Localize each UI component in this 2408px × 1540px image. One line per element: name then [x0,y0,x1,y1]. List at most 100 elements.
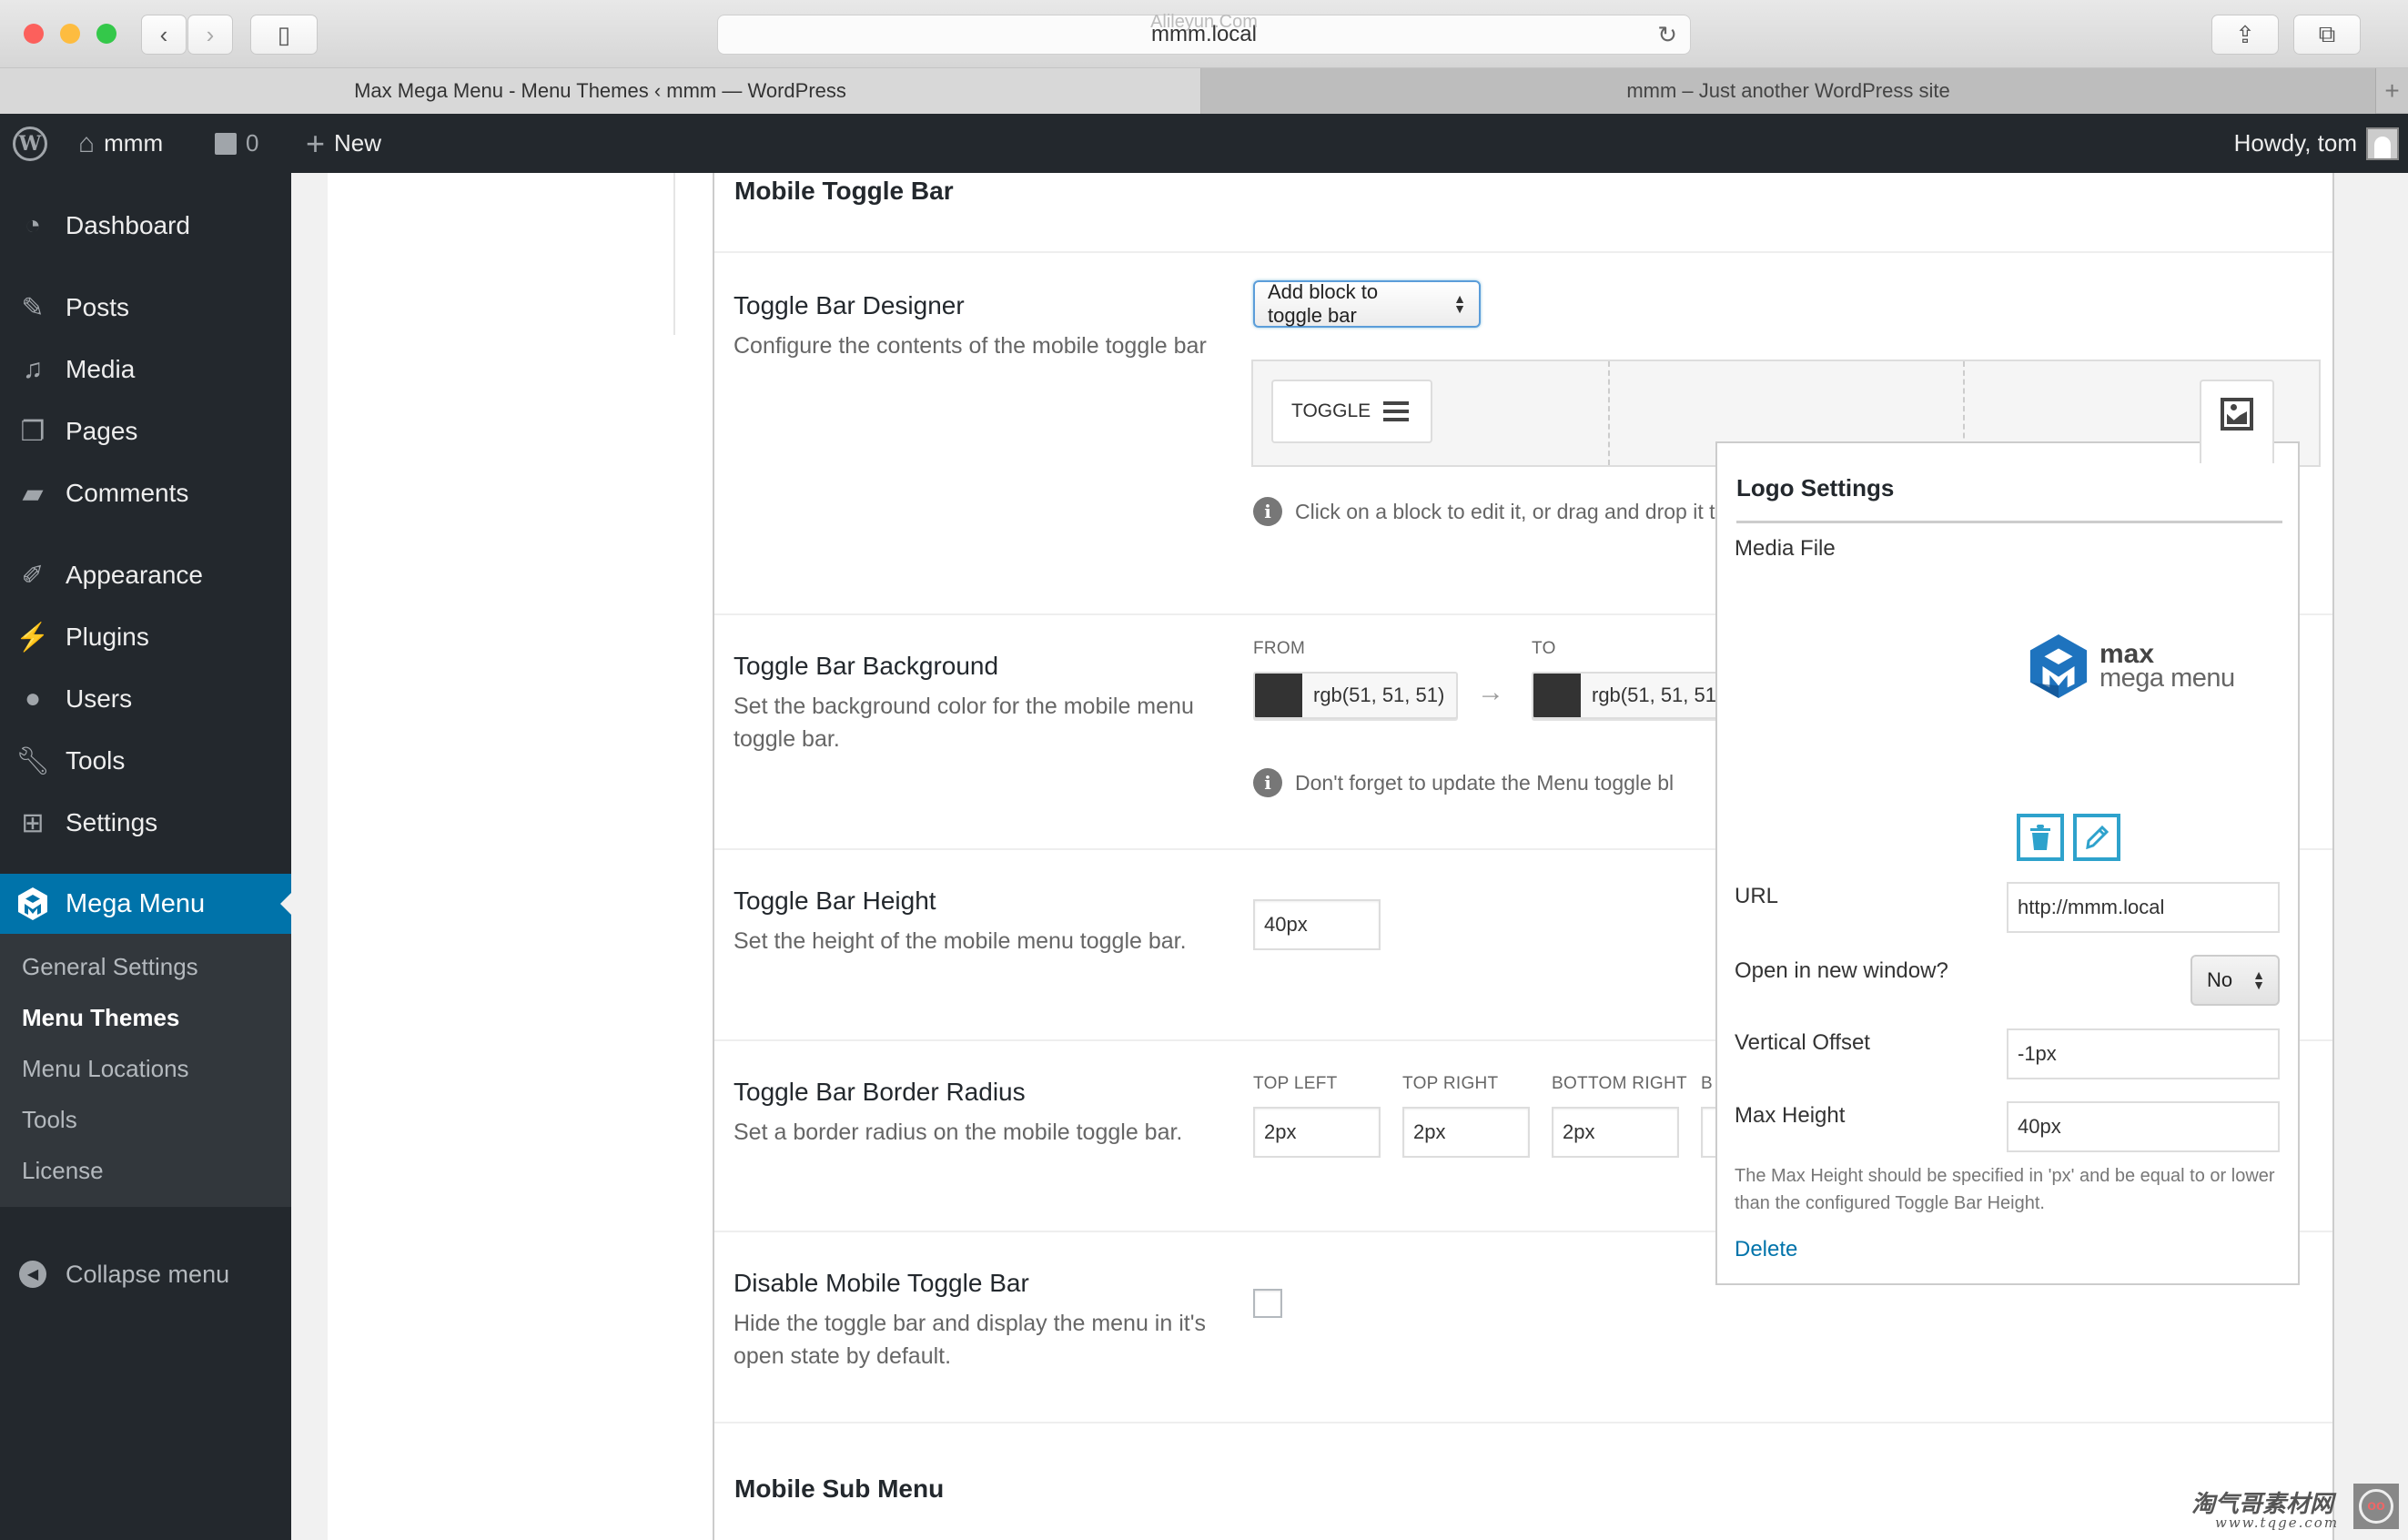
select-arrows-icon: ▲ ▼ [2252,968,2265,992]
watermark: 淘气哥素材网 www.tqge.com oo [2191,1484,2401,1536]
bottom-right-label: BOTTOM RIGHT [1552,1074,1687,1093]
sidebar-item-label: Comments [66,479,189,507]
collapse-icon: ◀ [0,1261,66,1288]
logo-settings-popup: Logo Settings Media File max mega menu U… [1715,441,2300,1285]
remove-image-button[interactable] [2017,814,2064,861]
current-indicator-arrow [280,893,291,915]
max-height-note: The Max Height should be specified in 'p… [1735,1166,2275,1213]
from-color-swatch [1255,674,1302,717]
submenu-menu-locations[interactable]: Menu Locations [0,1043,291,1094]
sidebar-item-label: Plugins [66,623,149,651]
logo-url-input[interactable]: http://mmm.local [2007,882,2280,933]
url-label: URL [1735,884,1779,908]
settings-icon: ⊞ [21,807,45,838]
submenu-tools[interactable]: Tools [0,1094,291,1145]
collapse-menu-button[interactable]: ◀ Collapse menu [0,1247,291,1302]
mega-menu-submenu: General Settings Menu Themes Menu Locati… [0,934,291,1207]
reload-icon[interactable]: ↻ [1657,21,1677,49]
bottom-left-label: B [1701,1074,1713,1093]
designer-column-divider [1608,361,1610,465]
minimize-window-button[interactable] [60,24,80,44]
new-window-select[interactable]: No ▲ ▼ [2190,955,2280,1006]
max-height-input[interactable]: 40px [2007,1101,2280,1152]
avatar [2366,127,2399,160]
watermark-url: www.tqge.com [2215,1515,2340,1531]
designer-info: i Click on a block to edit it, or drag a… [1253,497,1715,526]
disable-description: Hide the toggle bar and display the menu… [734,1311,1206,1369]
radius-top-right-input[interactable]: 2px [1402,1107,1530,1158]
tabs-icon: ⧉ [2318,20,2336,47]
forward-button[interactable]: › [187,15,233,55]
sidebar-item-posts[interactable]: ✎ Posts [0,280,291,335]
sidebar-toggle-button[interactable]: ▯ [250,15,318,55]
tab-wordpress-admin[interactable]: Max Mega Menu - Menu Themes ‹ mmm — Word… [0,68,1201,114]
url-watermark: Alileyun.Com [1150,12,1258,32]
sidebar-item-mega-menu[interactable]: Mega Menu [0,874,291,934]
height-description: Set the height of the mobile menu toggle… [734,928,1187,954]
disable-toggle-bar-checkbox[interactable] [1253,1289,1282,1318]
sidebar-item-tools[interactable]: 🔧︎ Tools [0,734,291,788]
sidebar-item-label: Pages [66,417,138,445]
comment-icon [215,132,237,155]
section-title-mobile-toggle-bar: Mobile Toggle Bar [734,177,954,205]
show-tabs-button[interactable]: ⧉ [2293,15,2361,55]
plus-icon: + [306,124,326,162]
tab-site[interactable]: mmm – Just another WordPress site [1201,68,2375,114]
vertical-offset-input[interactable]: -1px [2007,1028,2280,1079]
comment-icon: ▰ [22,478,44,509]
submenu-license[interactable]: License [0,1145,291,1196]
maximize-window-button[interactable] [96,24,116,44]
radius-bottom-right-input[interactable]: 2px [1552,1107,1679,1158]
sidebar-item-label: Posts [66,293,130,321]
new-window-value: No [2207,968,2233,991]
sidebar-item-pages[interactable]: ❐ Pages [0,404,291,459]
site-name-link[interactable]: ⌂ mmm [78,114,163,173]
media-file-label: Media File [1735,536,1836,561]
new-window-label: Open in new window? [1735,958,1948,983]
sidebar-item-label: Media [66,355,136,383]
wp-admin-bar: W ⌂ mmm 0 + New Howdy, tom [0,114,2408,173]
to-color-picker[interactable]: rgb(51, 51, 51) [1532,672,1736,719]
submenu-general-settings[interactable]: General Settings [0,941,291,992]
sidebar-item-settings[interactable]: ⊞ Settings [0,795,291,850]
designer-label: Toggle Bar Designer [734,291,965,319]
info-icon: i [1253,497,1282,526]
close-window-button[interactable] [24,24,44,44]
sidebar-item-plugins[interactable]: ⚡ Plugins [0,610,291,664]
sidebar-item-dashboard[interactable]: ◔ Dashboard [0,198,291,253]
new-tab-button[interactable]: + [2375,68,2408,114]
address-bar[interactable]: Alileyun.Com mmm.local ↻ [717,12,1691,55]
section-title-mobile-sub-menu: Mobile Sub Menu [734,1474,945,1503]
trash-icon [2030,825,2050,850]
delete-block-link[interactable]: Delete [1735,1237,1797,1262]
toggle-block[interactable]: TOGGLE [1271,380,1432,443]
sidebar-item-appearance[interactable]: ✐ Appearance [0,548,291,603]
sidebar-item-users[interactable]: ● Users [0,672,291,726]
sidebar-item-label: Users [66,684,133,713]
account-menu[interactable]: Howdy, tom [2234,114,2399,173]
share-icon: ⇪ [2235,20,2255,48]
info-icon: i [1253,768,1282,797]
tab-bar: Max Mega Menu - Menu Themes ‹ mmm — Word… [0,68,2408,114]
background-label: Toggle Bar Background [734,652,999,680]
designer-info-text: Click on a block to edit it, or drag and… [1295,499,1715,523]
submenu-menu-themes[interactable]: Menu Themes [0,992,291,1043]
add-block-select[interactable]: Add block to toggle bar ▲ ▼ [1253,280,1481,328]
user-icon: ● [24,684,42,714]
from-color-picker[interactable]: rgb(51, 51, 51) [1253,672,1458,719]
logo-image-preview[interactable]: max mega menu [2018,543,2272,789]
media-icon: ♫ [22,354,44,384]
sidebar-item-media[interactable]: ♫ Media [0,342,291,397]
logo-block[interactable] [2200,380,2274,463]
to-color-swatch [1533,674,1581,717]
sidebar-item-comments[interactable]: ▰ Comments [0,466,291,521]
radius-top-left-input[interactable]: 2px [1253,1107,1381,1158]
edit-image-button[interactable] [2073,814,2120,861]
wp-logo-button[interactable]: W [13,114,47,173]
back-button[interactable]: ‹ [141,15,187,55]
share-button[interactable]: ⇪ [2211,15,2279,55]
toggle-bar-height-input[interactable]: 40px [1253,899,1381,950]
comments-link[interactable]: 0 [215,114,258,173]
select-arrows-icon: ▲ ▼ [1453,291,1466,316]
new-content-button[interactable]: + New [306,114,381,173]
